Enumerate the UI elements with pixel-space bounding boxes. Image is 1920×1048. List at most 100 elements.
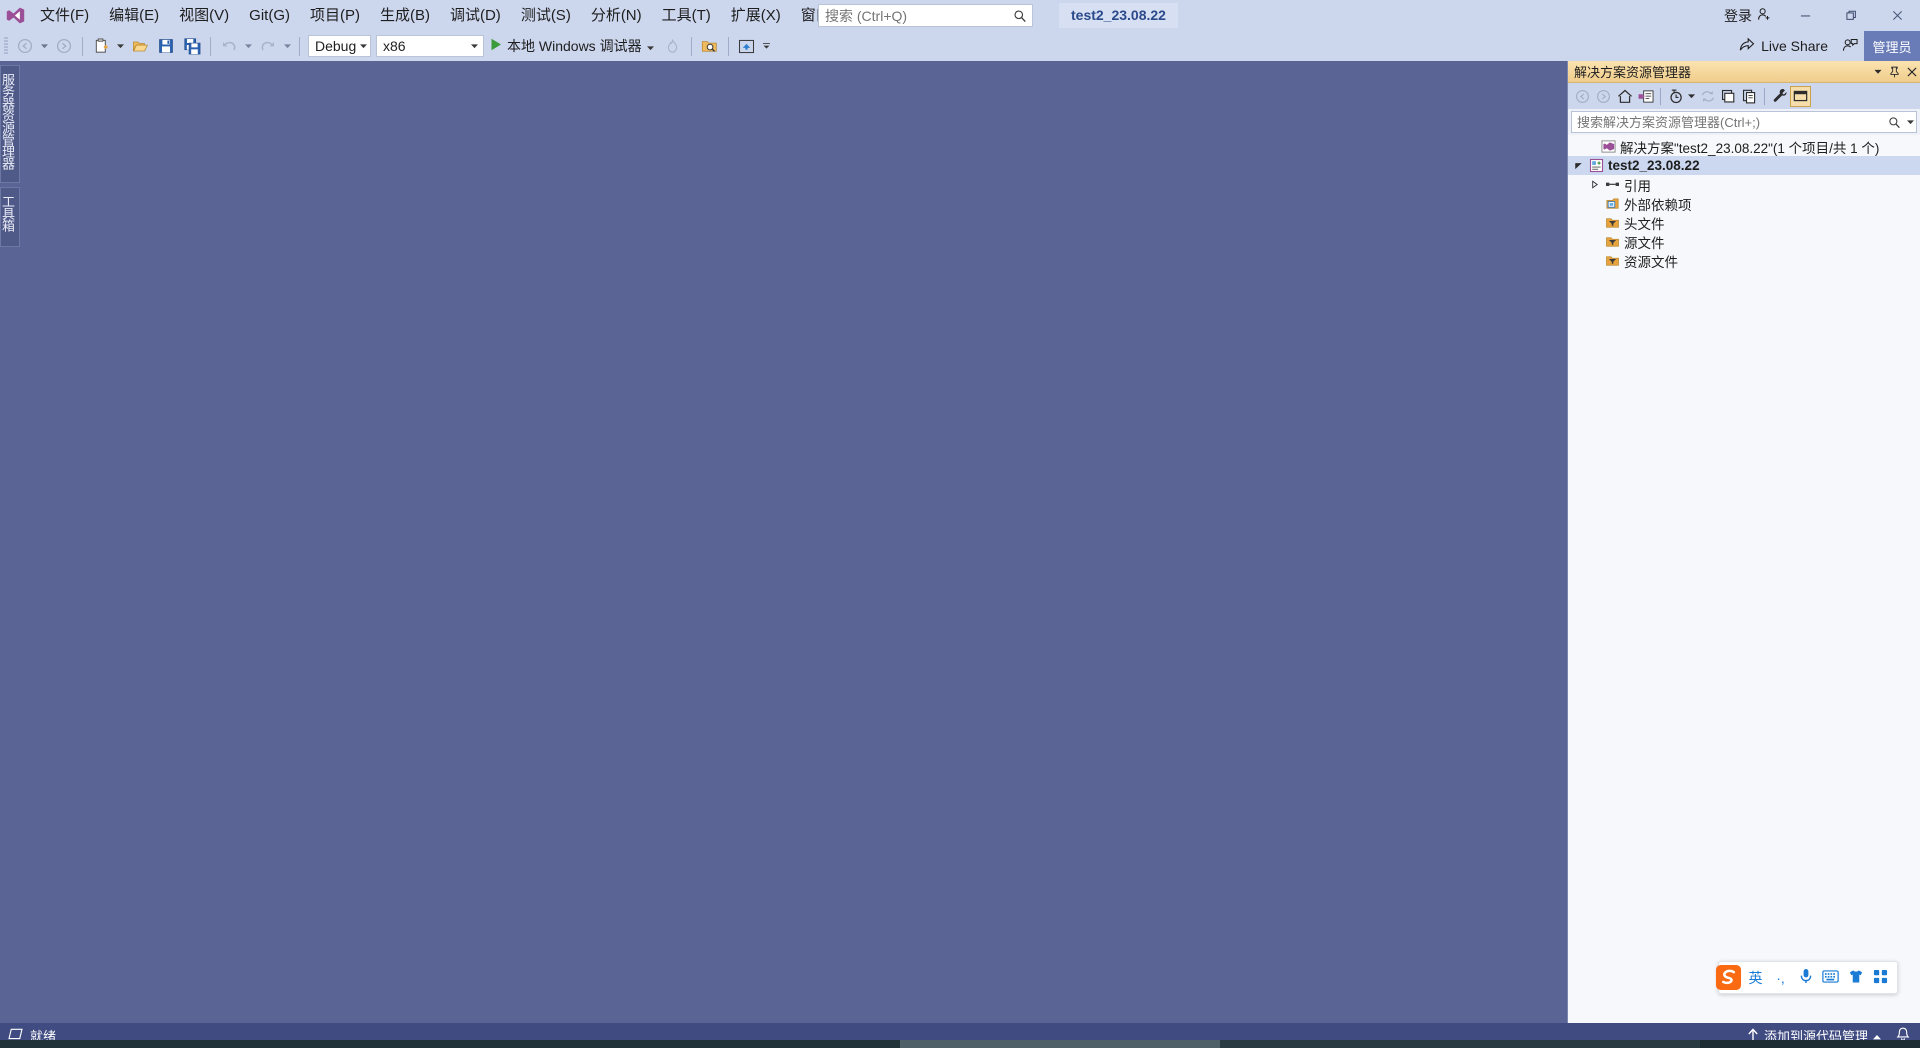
start-debugging-button[interactable]: 本地 Windows 调试器 [484,34,660,58]
restore-button[interactable] [1828,0,1874,31]
se-pending-changes-button[interactable] [1635,86,1656,107]
save-button[interactable] [153,34,179,58]
home-icon [1617,89,1632,103]
se-preview-pane-button[interactable] [1790,85,1811,107]
tree-node-label: 解决方案"test2_23.08.22"(1 个项目/共 1 个) [1620,140,1880,156]
live-share-button[interactable]: Live Share [1731,34,1836,58]
main-menu[interactable]: 文件(F) 编辑(E) 视图(V) Git(G) 项目(P) 生成(B) 调试(… [30,0,936,31]
chevron-down-icon [1906,119,1914,124]
panel-pin-button[interactable] [1886,63,1903,81]
navigate-forward-button[interactable] [51,34,77,58]
solution-platform-combo[interactable]: x86 [376,35,484,57]
solution-explorer-search-input[interactable] [1572,113,1884,131]
redo-dropdown[interactable] [281,34,294,58]
redo-button[interactable] [255,34,281,58]
twisty-expanded[interactable] [1570,161,1586,170]
se-forward-button[interactable] [1593,86,1614,107]
open-file-button[interactable] [127,34,153,58]
menu-debug[interactable]: 调试(D) [440,0,511,31]
tree-node-resource-files[interactable]: 资源文件 [1568,251,1920,270]
navigate-back-button[interactable] [12,34,38,58]
undo-dropdown[interactable] [242,34,255,58]
screenshot-icon [739,39,755,53]
ime-skin-button[interactable] [1843,964,1868,991]
solution-explorer-search-box[interactable] [1571,111,1917,133]
global-search-box[interactable] [818,4,1033,27]
preview-pane-icon [1793,90,1808,102]
tree-node-solution[interactable]: 解决方案"test2_23.08.22"(1 个项目/共 1 个) [1568,137,1920,156]
send-feedback-button[interactable] [1838,34,1862,58]
se-refresh-button[interactable] [1697,86,1718,107]
menu-test[interactable]: 测试(S) [511,0,581,31]
toolbar-grip[interactable] [0,31,12,61]
search-input[interactable] [819,6,1008,25]
arrow-forward-icon [1596,89,1611,103]
undo-arrow-icon [223,41,236,51]
search-icon [1884,116,1904,129]
tree-node-header-files[interactable]: 头文件 [1568,213,1920,232]
panel-dropdown-button[interactable] [1869,63,1886,81]
se-properties-button[interactable] [1769,86,1790,107]
arrow-back-icon [17,38,33,54]
se-switch-views-dropdown[interactable] [1686,86,1697,107]
ime-soft-keyboard-button[interactable] [1818,964,1843,991]
toolbar-overflow-button[interactable] [760,34,773,58]
new-project-dropdown[interactable] [114,34,127,58]
skin-tshirt-icon [1848,969,1864,987]
show-all-files-icon [1742,89,1755,103]
solution-configuration-combo[interactable]: Debug [308,35,371,57]
search-options-dropdown[interactable] [1904,119,1916,125]
ime-apps-button[interactable] [1868,964,1893,991]
minimize-button[interactable] [1782,0,1828,31]
chevron-down-icon [356,43,370,49]
sign-in-label: 登录 [1724,7,1752,24]
sidebar-tab-toolbox[interactable]: 工具箱 [0,187,20,247]
sidebar-tab-server-explorer[interactable]: 服务器资源管理器 [0,65,20,183]
ime-voice-input-button[interactable] [1793,964,1818,991]
save-disk-icon [159,39,173,53]
tree-node-source-files[interactable]: 源文件 [1568,232,1920,251]
title-bar: 文件(F) 编辑(E) 视图(V) Git(G) 项目(P) 生成(B) 调试(… [0,0,1920,31]
ime-punctuation-toggle[interactable]: ·, [1768,964,1793,991]
navigate-back-dropdown[interactable] [38,34,51,58]
menu-git[interactable]: Git(G) [239,0,300,31]
panel-close-button[interactable] [1903,63,1920,81]
close-button[interactable] [1874,0,1920,31]
menu-tools[interactable]: 工具(T) [652,0,721,31]
administrator-badge: 管理员 [1864,31,1920,61]
save-all-button[interactable] [179,34,205,58]
menu-extensions[interactable]: 扩展(X) [721,0,791,31]
twisty-collapsed[interactable] [1586,180,1602,189]
tree-node-references[interactable]: 引用 [1568,175,1920,194]
sign-in-button[interactable]: 登录 [1714,0,1782,31]
chevron-down-icon [117,43,124,48]
menu-view[interactable]: 视图(V) [169,0,239,31]
menu-analyze[interactable]: 分析(N) [581,0,652,31]
search-icon [1008,9,1032,23]
project-name-tab[interactable]: test2_23.08.22 [1059,3,1178,28]
sogou-ime-bar[interactable]: 英 ·, [1715,961,1898,994]
se-home-button[interactable] [1614,86,1635,107]
tree-node-external-dependencies[interactable]: 外部依赖项 [1568,194,1920,213]
sogou-logo-icon[interactable] [1713,962,1743,993]
se-switch-views-button[interactable] [1665,86,1686,107]
menu-file[interactable]: 文件(F) [30,0,99,31]
screenshot-button[interactable] [734,34,760,58]
new-project-button[interactable] [88,34,114,58]
menu-build[interactable]: 生成(B) [370,0,440,31]
toolbar-separator [210,36,211,56]
live-share-icon [1739,37,1755,55]
solution-explorer-title: 解决方案资源管理器 [1574,65,1692,80]
tree-node-project[interactable]: test2_23.08.22 [1568,156,1920,175]
menu-edit[interactable]: 编辑(E) [99,0,169,31]
se-back-button[interactable] [1572,86,1593,107]
se-show-all-files-button[interactable] [1739,86,1760,107]
ime-mode-toggle[interactable]: 英 [1743,964,1768,991]
se-collapse-all-button[interactable] [1718,86,1739,107]
hot-reload-button[interactable] [660,34,686,58]
find-in-files-button[interactable] [697,34,723,58]
solution-tree[interactable]: 解决方案"test2_23.08.22"(1 个项目/共 1 个) test2_… [1568,135,1920,1023]
undo-button[interactable] [216,34,242,58]
solution-icon [1598,139,1618,154]
menu-project[interactable]: 项目(P) [300,0,370,31]
